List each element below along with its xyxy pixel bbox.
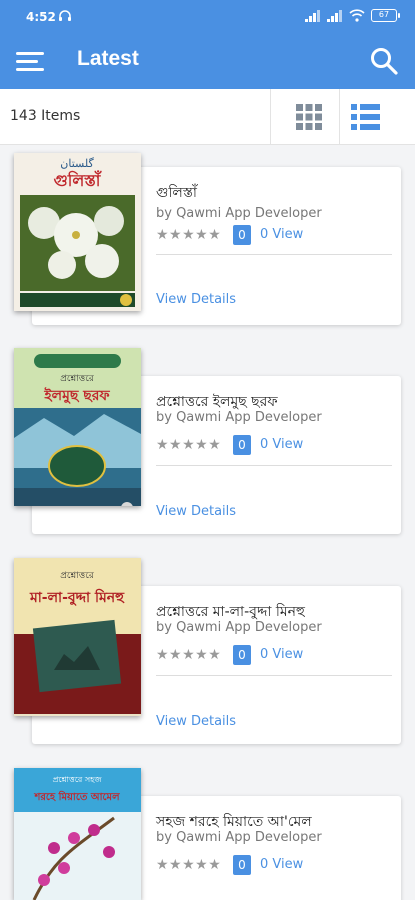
view-details-link[interactable]: View Details — [156, 292, 236, 307]
list-toolbar: 143 Items — [0, 89, 415, 145]
headset-icon — [59, 10, 71, 21]
signal-icon-2 — [327, 9, 342, 22]
signal-icon — [305, 9, 320, 22]
rating-row: ★★★★★ 0 0 View — [156, 855, 396, 875]
grid-view-icon[interactable] — [296, 104, 322, 130]
cover-title-line2: শরহে মিয়াতে আমেল — [33, 790, 120, 803]
star-rating-icon: ★★★★★ — [156, 857, 222, 873]
cover-title-line1: প্রশ্নোত্তরে সহজ — [52, 775, 102, 784]
book-cover[interactable]: گلستان গুলিস্তাঁ — [14, 153, 141, 311]
divider — [156, 254, 392, 255]
wifi-icon — [349, 9, 365, 22]
status-bar: 4:52 67 — [0, 0, 415, 34]
rating-row: ★★★★★ 0 0 View — [156, 435, 396, 455]
rating-row: ★★★★★ 0 0 View — [156, 225, 396, 245]
divider — [156, 465, 392, 466]
book-list-item[interactable]: প্রশ্নোত্তরে মা-লা-বুদ্দা মিনহু প্রশ্নোত… — [0, 558, 415, 744]
book-author: by Qawmi App Developer — [156, 620, 322, 635]
rating-row: ★★★★★ 0 0 View — [156, 645, 396, 665]
view-details-link[interactable]: View Details — [156, 714, 236, 729]
view-count: 0 View — [260, 437, 304, 452]
cover-title-line2: ইলমুছ ছরফ — [43, 386, 110, 404]
list-view-icon[interactable] — [351, 104, 380, 130]
book-title[interactable]: গুলিস্তাঁ — [156, 181, 197, 205]
cover-title-line2: গুলিস্তাঁ — [54, 170, 103, 190]
cover-title-line1: প্রশ্নোত্তরে — [60, 374, 95, 384]
view-details-link[interactable]: View Details — [156, 504, 236, 519]
divider — [270, 89, 271, 145]
view-count: 0 View — [260, 647, 304, 662]
book-author: by Qawmi App Developer — [156, 410, 322, 425]
book-list-item[interactable]: گلستان গুলিস্তাঁ গুলিস্তাঁ by Qawmi App … — [0, 153, 415, 333]
book-list-item[interactable]: প্রশ্নোত্তরে সহজ শরহে মিয়াতে আমেল সহজ শ… — [0, 768, 415, 900]
menu-icon[interactable] — [16, 50, 44, 72]
star-rating-icon: ★★★★★ — [156, 647, 222, 663]
rating-badge: 0 — [233, 225, 251, 245]
cover-title-line1: প্রশ্নোত্তরে — [60, 571, 95, 581]
book-author: by Qawmi App Developer — [156, 206, 322, 221]
battery-icon: 67 — [371, 9, 400, 22]
star-rating-icon: ★★★★★ — [156, 437, 222, 453]
view-count: 0 View — [260, 857, 304, 872]
divider — [339, 89, 340, 145]
rating-badge: 0 — [233, 435, 251, 455]
view-count: 0 View — [260, 227, 304, 242]
rating-badge: 0 — [233, 645, 251, 665]
book-cover[interactable]: প্রশ্নোত্তরে মা-লা-বুদ্দা মিনহু — [14, 558, 141, 716]
search-icon[interactable] — [369, 46, 399, 76]
app-bar: Latest — [0, 34, 415, 89]
cover-title-line2: মা-লা-বুদ্দা মিনহু — [29, 588, 125, 607]
book-cover[interactable]: প্রশ্নোত্তরে ইলমুছ ছরফ — [14, 348, 141, 506]
item-count: 143 Items — [10, 108, 81, 124]
book-author: by Qawmi App Developer — [156, 830, 322, 845]
book-cover[interactable]: প্রশ্নোত্তরে সহজ শরহে মিয়াতে আমেল — [14, 768, 141, 900]
page-title: Latest — [77, 47, 139, 70]
book-list-item[interactable]: প্রশ্নোত্তরে ইলমুছ ছরফ প্রশ্নোত্তরে ইলমু… — [0, 348, 415, 534]
divider — [156, 675, 392, 676]
status-time: 4:52 — [26, 10, 56, 24]
star-rating-icon: ★★★★★ — [156, 227, 222, 243]
rating-badge: 0 — [233, 855, 251, 875]
cover-title-line1: گلستان — [60, 157, 94, 170]
